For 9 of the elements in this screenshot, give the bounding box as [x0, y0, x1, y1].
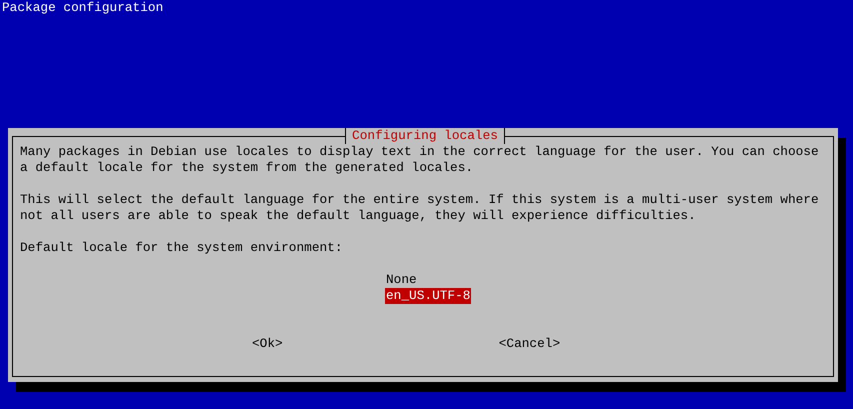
ok-button[interactable]: <Ok>	[252, 336, 283, 352]
locale-option[interactable]: None	[385, 272, 418, 288]
dialog-title: Configuring locales	[345, 128, 505, 144]
screen-title: Package configuration	[1, 0, 164, 16]
prompt-text: Default locale for the system environment:	[20, 240, 344, 256]
locale-option[interactable]: en_US.UTF-8	[385, 288, 472, 304]
description-text: Many packages in Debian use locales to display text in the correct language for the user. You can choose a default locale for the system from the generated locales.	[20, 144, 820, 176]
description-text: This will select the default language for the entire system. If this system is a multi-user system where not all users are able to speak the default language, they will experience difficulties.	[20, 192, 820, 224]
cancel-button[interactable]: <Cancel>	[498, 336, 560, 352]
